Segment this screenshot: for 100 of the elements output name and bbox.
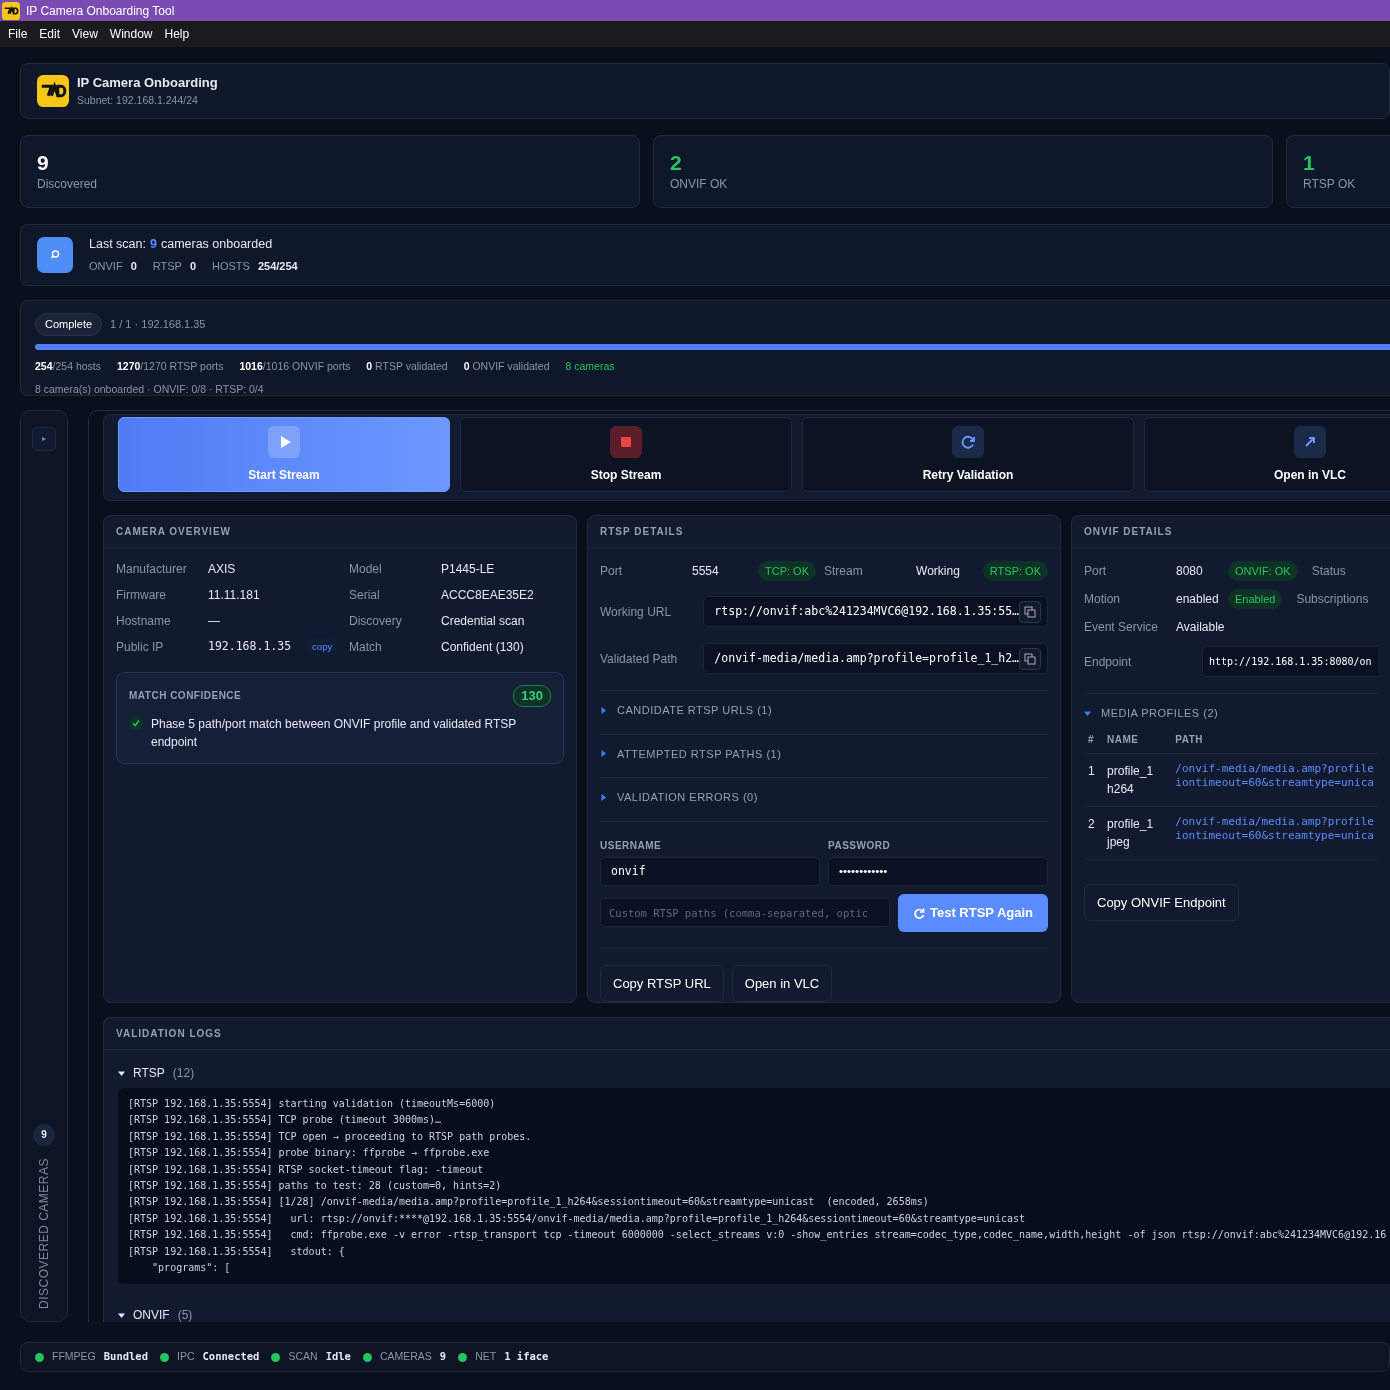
field-label: Firmware: [116, 587, 167, 604]
field-value: Working: [916, 563, 961, 580]
field-label: Subscriptions: [1296, 591, 1369, 608]
scan-label: Last scan:: [89, 236, 146, 254]
status-badge: ONVIF: OK: [1228, 560, 1298, 582]
copy-endpoint-button[interactable]: Copy ONVIF Endpoint: [1084, 883, 1239, 921]
field-value: ACCC8EAE35E2: [441, 587, 535, 604]
action-button[interactable]: Open in VLC: [731, 964, 833, 1002]
counter-value: 254/254: [257, 259, 298, 275]
menu-item[interactable]: Help: [158, 25, 196, 43]
url-field[interactable]: /onvif-media/media.amp?profile=profile_1_h2…: [703, 643, 1048, 674]
copy-link[interactable]: copy: [307, 638, 338, 656]
endpoint-field[interactable]: http://192.168.1.35:8080/on: [1202, 646, 1378, 677]
status-value: Idle: [325, 1349, 351, 1365]
field-label: PASSWORD: [828, 838, 892, 853]
collapsible-section[interactable]: VALIDATION ERRORS (0): [600, 778, 1048, 822]
field-value: Credential scan: [441, 613, 526, 630]
field-label: Working URL: [600, 603, 673, 621]
field-value: 5554: [692, 563, 720, 580]
status-label: NET: [475, 1349, 497, 1365]
progress-count: 0 RTSP validated: [366, 358, 448, 374]
field-value: enabled: [1176, 591, 1220, 608]
window-title: IP Camera Onboarding Tool: [26, 2, 175, 20]
stat-value: 1: [1303, 150, 1316, 176]
copy-button[interactable]: [1019, 600, 1041, 623]
log-output: [RTSP 192.168.1.35:5554] starting validation (timeoutMs=6000) [RTSP 192.168.1.35:5554] TCP probe (timeout 3000ms)… [RTSP 192.168.1.35:5554] TCP open → proceeding to RTSP path probes. [RTSP 192.168.1.35:5554] probe binary: ffprobe → ffprobe.exe [RTSP 192.168.1.35:5554] RTSP socket-timeout flag: -timeout [RTSP 192.168.1.35:5554] paths to test: 28 (custom=0, hints=2) [RTSP 192.168.1.35:5554] [1/28] /onvif-media/media.amp?profile=profile_1_h264&sessiontimeout=60&streamtype=unicast (encoded, 2658ms) [RTSP 192.168.1.35:5554] url: rtsp://onvif:****@192.168.1.35:5554/onvif-media/media.amp?profile=profile_1_h264&sessiontimeout=60&streamtype=unicast [RTSP 192.168.1.35:5554] cmd: ffprobe.exe -v error -rtsp_transport tcp -timeout 6000000 -select_streams v:0 -show_entries stream=codec_type,codec_name,width,height -of json rtsp://onvif:abc%241234MVC6@192.16 [RTSP 192.168.1.35:5554] stdout: { "programs": [: [118, 1088, 1390, 1285]
field-value: —: [208, 613, 221, 630]
menu-item[interactable]: Window: [103, 25, 159, 43]
collapse-toggle[interactable]: ▸: [32, 427, 56, 451]
copy-icon: [1024, 605, 1036, 618]
search-icon: [37, 237, 73, 273]
username-field[interactable]: onvif: [600, 856, 820, 886]
refresh-icon: [912, 906, 925, 919]
stop-icon: [610, 425, 642, 458]
url-field[interactable]: rtsp://onvif:abc%241234MVC6@192.168.1.35:55…: [703, 596, 1048, 627]
action-button[interactable]: Copy RTSP URL: [600, 964, 724, 1002]
table-cell: /onvif-media/media.amp?profile iontimeout=60&streamtype=unica: [1171, 753, 1378, 806]
status-label: SCAN: [288, 1349, 318, 1365]
collapsible-section[interactable]: ATTEMPTED RTSP PATHS (1): [600, 734, 1048, 778]
column-header: PATH: [1171, 725, 1378, 753]
field-label: Event Service: [1084, 619, 1160, 636]
refresh-icon: [952, 425, 984, 458]
field-value: AXIS: [208, 561, 237, 578]
status-value: 9: [439, 1349, 447, 1365]
counter-label: ONVIF: [89, 259, 123, 275]
status-dot: [160, 1352, 169, 1362]
status-badge: TCP: OK: [758, 560, 816, 582]
field-label: Serial: [349, 587, 381, 604]
panel-heading: CAMERA OVERVIEW: [104, 516, 576, 548]
log-group-toggle[interactable]: ONVIF (5): [118, 1306, 1390, 1322]
status-dot: [458, 1352, 468, 1362]
confidence-score: 130: [513, 685, 551, 707]
table-cell: 2: [1084, 806, 1104, 859]
cameras-count: 8 cameras: [565, 358, 615, 374]
field-label: Stream: [824, 563, 864, 580]
collapsible-section[interactable]: CANDIDATE RTSP URLS (1): [600, 691, 1048, 735]
field-value: Confident (130): [441, 639, 525, 656]
field-label: Hostname: [116, 613, 172, 630]
status-pill: Complete: [35, 313, 103, 336]
status-value: 1 iface: [504, 1349, 549, 1365]
status-value: Bundled: [103, 1349, 148, 1365]
field-label: Status: [1311, 563, 1346, 580]
counter-value: 0: [130, 259, 137, 275]
sidebar-title: DISCOVERED CAMERAS: [36, 1157, 52, 1309]
column-header: #: [1084, 725, 1104, 753]
field-label: Match: [349, 639, 383, 656]
progress-count: 1016/1016 ONVIF ports: [239, 358, 351, 374]
copy-button[interactable]: [1019, 647, 1041, 670]
progress-count: 0 ONVIF validated: [463, 358, 550, 374]
table-cell: /onvif-media/media.amp?profile iontimeout=60&streamtype=unica: [1171, 806, 1378, 859]
action-button[interactable]: Retry Validation: [802, 417, 1134, 492]
play-icon: [268, 425, 300, 458]
field-label: Model: [349, 561, 383, 578]
password-field[interactable]: ••••••••••••: [828, 856, 1048, 886]
table-cell: profile_1 jpeg: [1103, 806, 1172, 859]
field-label: USERNAME: [600, 838, 663, 853]
custom-paths-field[interactable]: Custom RTSP paths (comma-separated, optic: [600, 898, 890, 927]
log-group-toggle[interactable]: RTSP (12): [118, 1064, 1390, 1082]
field-value: 8080: [1176, 563, 1204, 580]
action-button[interactable]: Stop Stream: [460, 417, 792, 492]
field-value: 192.168.1.35: [208, 638, 292, 656]
stat-value: 2: [670, 150, 683, 176]
counter-label: HOSTS: [212, 259, 250, 275]
scan-label: cameras onboarded: [160, 236, 273, 254]
status-label: CAMERAS: [379, 1349, 432, 1365]
panel-heading: ONVIF DETAILS: [1072, 516, 1390, 548]
status-dot: [362, 1352, 372, 1362]
stat-value: 9: [37, 150, 50, 176]
copy-icon: [1024, 652, 1036, 665]
app-title: IP Camera Onboarding: [77, 74, 218, 93]
field-label: Discovery: [349, 613, 403, 630]
action-button[interactable]: Open in VLC: [1144, 417, 1390, 492]
progress-summary: 8 camera(s) onboarded · ONVIF: 0/8 · RTSP: 0/4: [35, 382, 265, 398]
menu-item[interactable]: View: [66, 25, 104, 43]
collapsible-section[interactable]: MEDIA PROFILES (2): [1084, 693, 1378, 726]
field-value: 11.11.181: [208, 587, 261, 604]
menu-item[interactable]: Edit: [33, 25, 67, 43]
menu-item[interactable]: File: [2, 25, 34, 43]
status-dot: [271, 1352, 281, 1362]
scan-count: 9: [150, 236, 157, 254]
